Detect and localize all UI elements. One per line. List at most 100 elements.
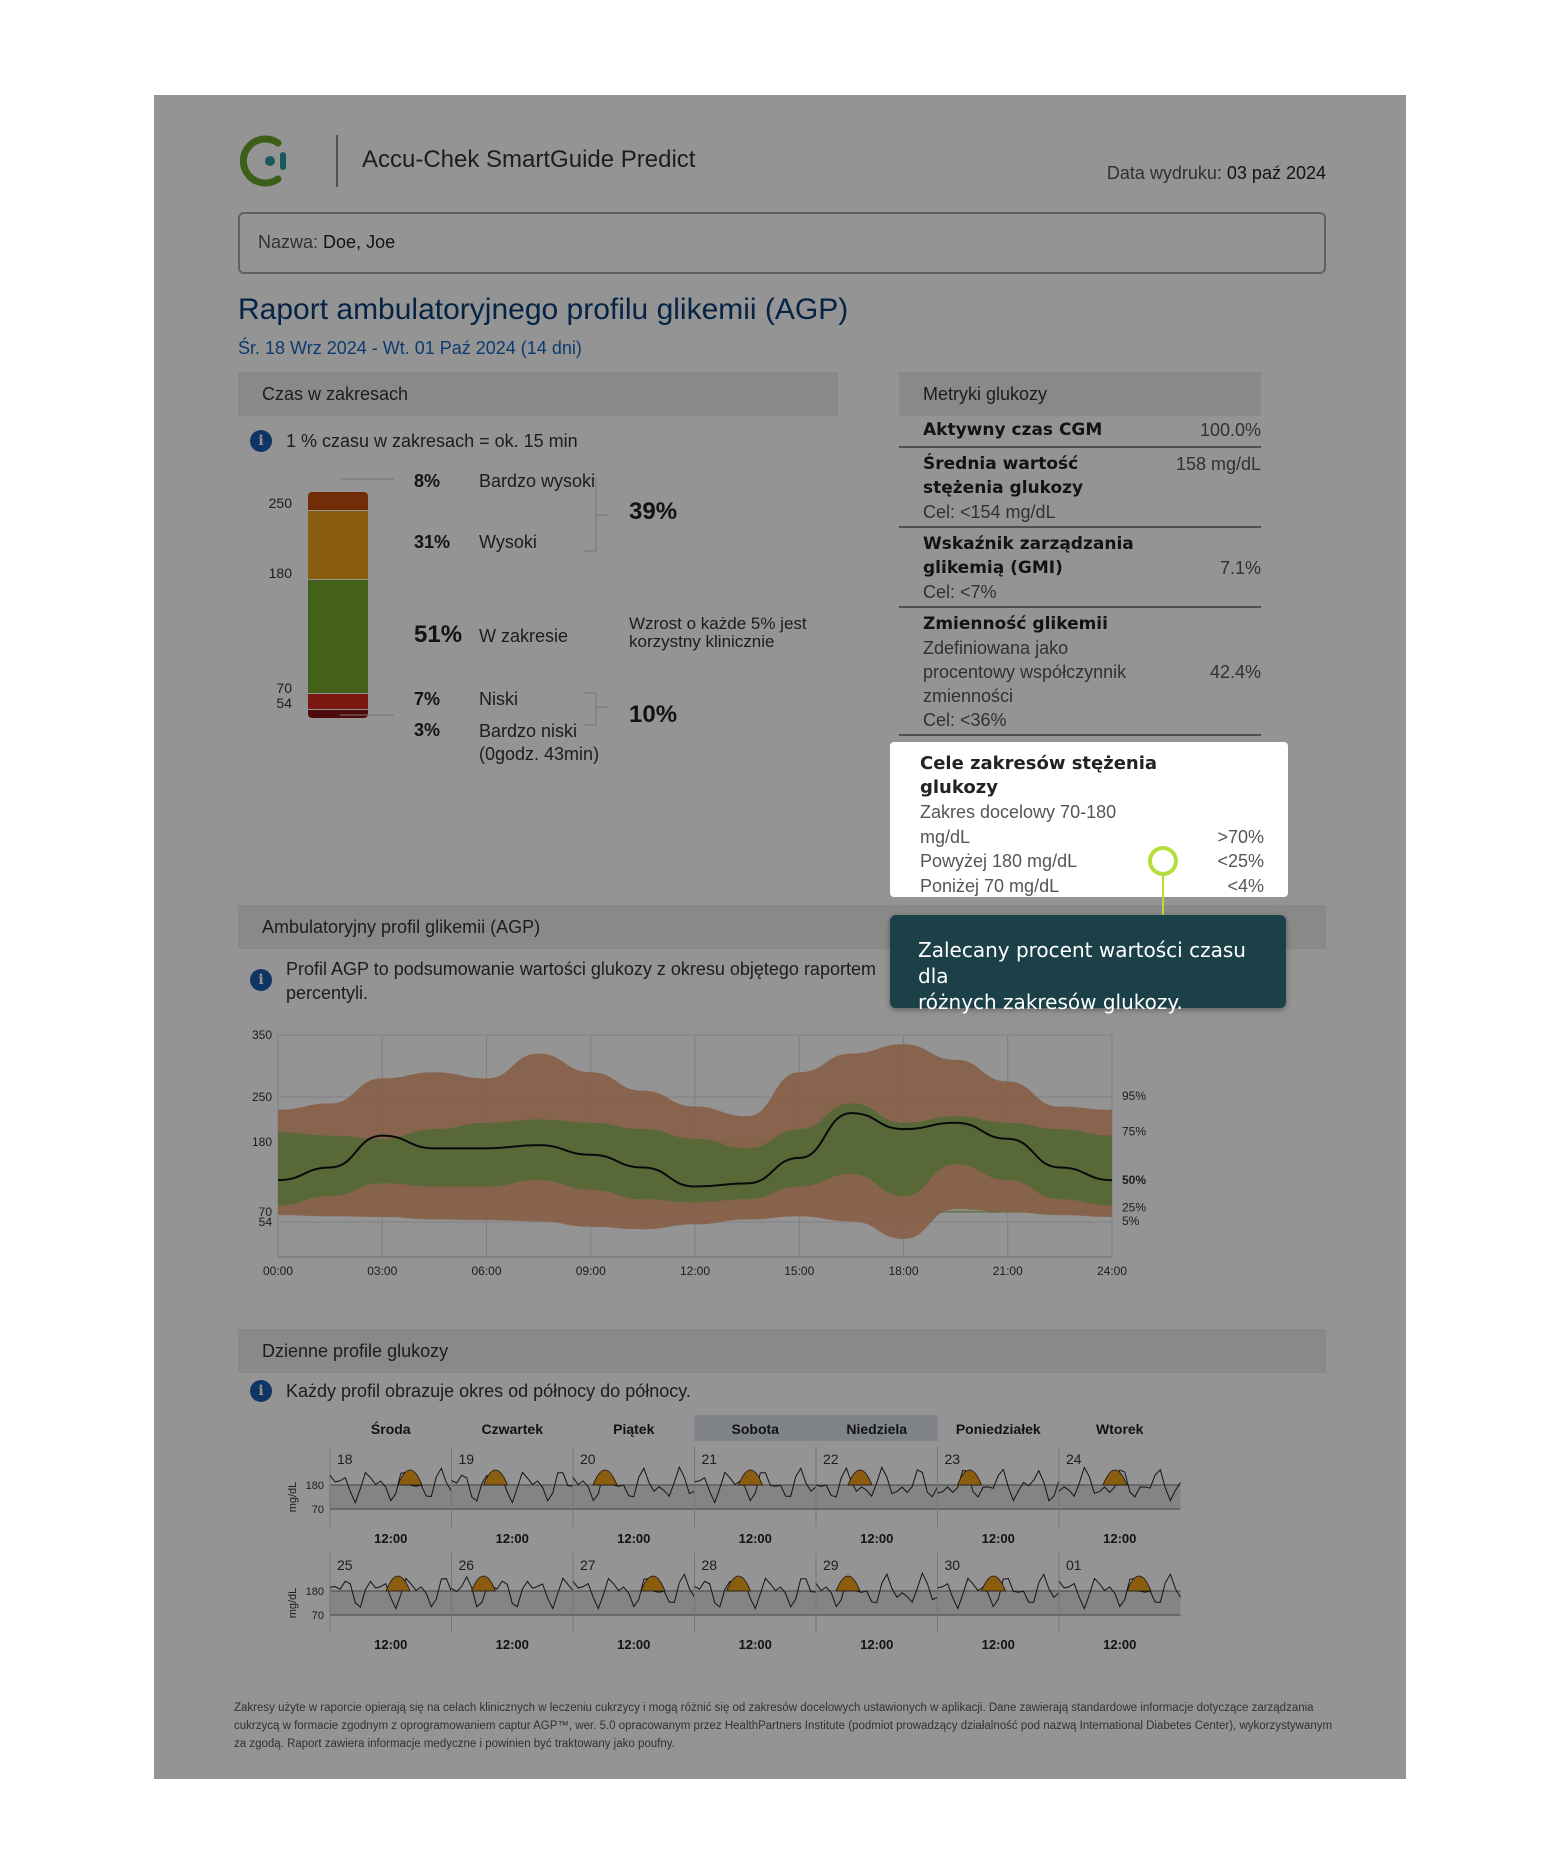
day-number: 22 (823, 1451, 839, 1467)
tooltip-line1: Zalecany procent wartości czasu dla (918, 938, 1246, 988)
day-number: 23 (945, 1451, 961, 1467)
targets-row3-value: <4% (1227, 875, 1264, 896)
targets-row1-label-2: mg/dL (920, 826, 971, 847)
app-title: Accu-Chek SmartGuide Predict (362, 146, 696, 173)
daily-ylabel: mg/dL (287, 1588, 299, 1619)
agp-percentile-label: 95% (1122, 1089, 1146, 1103)
accu-chek-logo (239, 135, 286, 187)
metric-cgm-value: 100.0% (1199, 420, 1261, 440)
targets-spotlight: Cele zakresów stężenia glukozy Zakres do… (890, 742, 1288, 897)
onboarding-tooltip[interactable]: Zalecany procent wartości czasu dla różn… (890, 915, 1286, 1014)
targets-row-below: Poniżej 70 mg/dL <4% (920, 874, 1264, 899)
info-icon[interactable]: i (250, 969, 272, 991)
tir-low-pct: 7% (414, 689, 441, 709)
noon-label: 12:00 (617, 1531, 650, 1546)
targets-row2-label: Powyżej 180 mg/dL (920, 851, 1078, 871)
weekday-label: Czwartek (482, 1421, 544, 1437)
agp-x-tick: 00:00 (263, 1264, 293, 1278)
tir-low-group-pct: 10% (629, 701, 678, 728)
daily-y-tick: 70 (312, 1504, 324, 1516)
daily-high-area (835, 1575, 861, 1592)
day-number: 29 (823, 1557, 839, 1573)
name-value: Doe, Joe (323, 232, 396, 252)
targets-row3-label: Poniżej 70 mg/dL (920, 875, 1060, 896)
daily-high-area (470, 1575, 497, 1592)
metric-gmi-label-2: glikemią (GMI) (923, 558, 1063, 578)
tir-target-note: Wzrost o każde 5% jest korzystny klinicz… (629, 615, 807, 651)
agp-x-tick: 18:00 (888, 1264, 918, 1278)
day-number: 28 (702, 1557, 718, 1573)
noon-label: 12:00 (982, 1531, 1015, 1546)
agp-note: i Profil AGP to podsumowanie wartości gl… (250, 957, 876, 1005)
tir-in-range-pct: 51% (414, 621, 463, 648)
day-number: 27 (580, 1557, 596, 1573)
tir-in-range-label: W zakresie (479, 626, 569, 646)
tooltip-connector (1162, 876, 1164, 915)
tooltip-anchor-icon[interactable] (1148, 846, 1178, 876)
tir-high-label: Wysoki (479, 532, 537, 552)
noon-label: 12:00 (739, 1531, 772, 1546)
daily-y-tick: 180 (306, 1480, 324, 1492)
noon-label: 12:00 (496, 1531, 529, 1546)
day-number: 01 (1066, 1557, 1082, 1573)
weekday-label: Sobota (732, 1421, 780, 1437)
agp-percentile-label: 75% (1122, 1125, 1146, 1139)
metric-cgm-label: Aktywny czas CGM (923, 420, 1103, 440)
agp-percentile-label: 5% (1122, 1214, 1140, 1228)
time-in-ranges-note-text: 1 % czasu w zakresach = ok. 15 min (286, 430, 578, 451)
targets-row-range: mg/dL >70% (920, 825, 1264, 850)
tir-tick-54: 54 (276, 695, 292, 711)
weekday-label: Środa (371, 1420, 411, 1437)
footer-disclaimer: Zakresy użyte w raporcie opierają się na… (234, 1702, 1333, 1750)
name-label: Nazwa: (258, 232, 319, 252)
day-number: 19 (459, 1451, 475, 1467)
tir-tick-70: 70 (276, 680, 292, 696)
day-number: 21 (702, 1451, 718, 1467)
agp-y-tick: 350 (252, 1028, 272, 1042)
agp-chart: 00:00 03:00 06:00 09:00 12:00 15:00 18:00 21:00… (252, 1028, 1146, 1278)
day-number: 25 (337, 1557, 353, 1573)
noon-label: 12:00 (860, 1637, 893, 1652)
noon-label: 12:00 (374, 1637, 407, 1652)
weekday-label: Piątek (613, 1421, 654, 1437)
tir-tick-180: 180 (268, 565, 292, 581)
noon-label: 12:00 (1103, 1531, 1136, 1546)
header-divider (336, 135, 338, 187)
info-icon[interactable]: i (250, 430, 272, 452)
daily-high-area (592, 1469, 618, 1486)
daily-high-area (397, 1469, 423, 1486)
agp-y-tick: 250 (252, 1090, 272, 1104)
targets-title-2: glukozy (920, 777, 998, 798)
daily-ylabel: mg/dL (287, 1482, 299, 1513)
info-icon[interactable]: i (250, 1380, 272, 1402)
agp-note-line2: percentyli. (286, 983, 369, 1003)
agp-x-tick: 12:00 (680, 1264, 710, 1278)
tir-high-pct: 31% (414, 532, 451, 552)
tooltip-line2: różnych zakresów glukozy. (918, 990, 1183, 1014)
daily-note-text: Każdy profil obrazuje okres od północy d… (286, 1380, 691, 1401)
daily-note: i Każdy profil obrazuje okres od północy… (250, 1380, 691, 1402)
targets-row-above: Powyżej 180 mg/dL <25% (920, 849, 1264, 874)
day-number: 20 (580, 1451, 596, 1467)
metric-cv-value: 42.4% (1209, 662, 1261, 682)
metric-gmi-label-1: Wskaźnik zarządzania (923, 534, 1134, 554)
time-in-ranges-header: Czas w zakresach (238, 372, 838, 416)
noon-label: 12:00 (374, 1531, 407, 1546)
day-number: 18 (337, 1451, 353, 1467)
tir-connectors (340, 478, 609, 726)
metric-row-mean: Średnia wartość stężenia glukozy Cel: <1… (899, 448, 1261, 528)
agp-x-tick: 15:00 (784, 1264, 814, 1278)
day-number: 30 (945, 1557, 961, 1573)
noon-label: 12:00 (860, 1531, 893, 1546)
print-date-label: Data wydruku: (1106, 163, 1222, 183)
metric-gmi-value: 7.1% (1219, 558, 1261, 578)
metric-row-cv: Zmienność glikemii Zdefiniowana jako pro… (899, 608, 1261, 736)
day-number: 26 (459, 1557, 475, 1573)
daily-high-area (725, 1575, 752, 1592)
daily-y-tick: 180 (306, 1586, 324, 1598)
tir-target-note-line2: korzystny klinicznie (629, 632, 775, 651)
print-date: Data wydruku: 03 paź 2024 (1107, 163, 1326, 184)
tir-very-low-duration: (0godz. 43min) (479, 744, 600, 764)
metric-mean-target: Cel: <154 mg/dL (923, 502, 1056, 522)
report-title: Raport ambulatoryjnego profilu glikemii … (238, 293, 849, 326)
